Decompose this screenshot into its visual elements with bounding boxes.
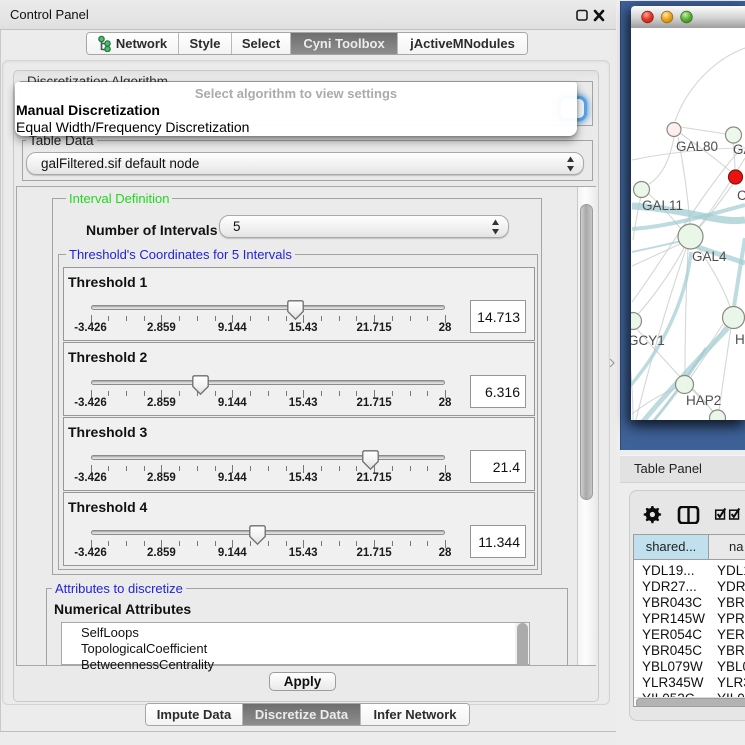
- svg-text:H: H: [735, 332, 745, 347]
- svg-text:GAL11: GAL11: [642, 198, 683, 213]
- svg-text:GCY1: GCY1: [631, 333, 665, 348]
- svg-text:HAP2: HAP2: [686, 393, 721, 408]
- svg-text:GAL4: GAL4: [692, 249, 727, 264]
- svg-text:CA: CA: [737, 188, 745, 203]
- svg-text:GAL80: GAL80: [676, 139, 718, 154]
- svg-text:GA: GA: [733, 142, 745, 157]
